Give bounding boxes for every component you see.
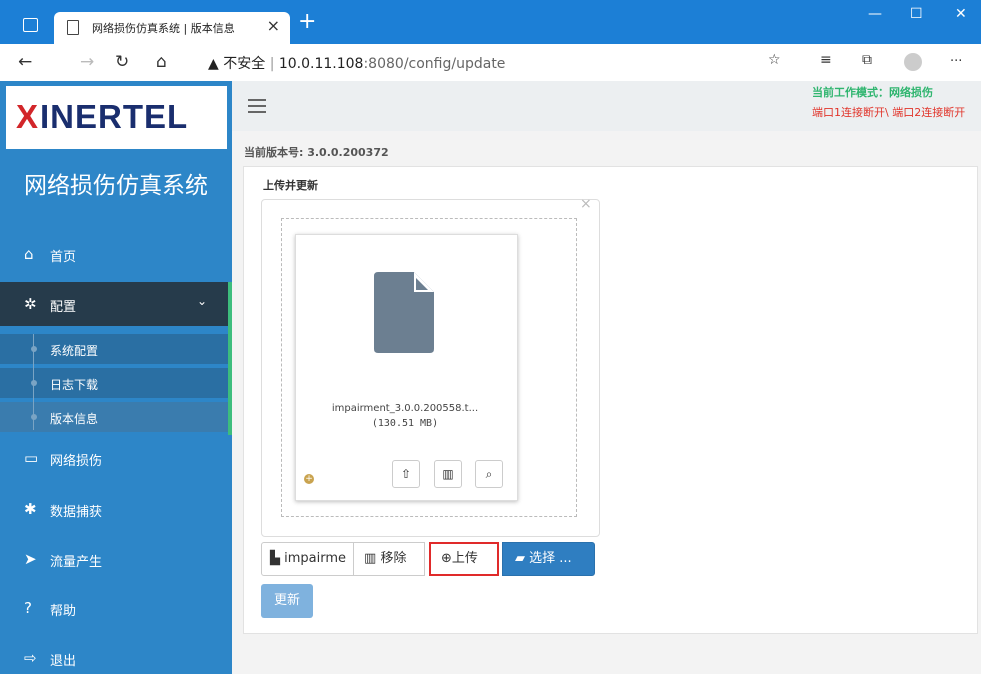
logo: X INERTEL bbox=[6, 86, 227, 149]
file-icon bbox=[374, 272, 434, 353]
upload-circle-icon: ⊕ bbox=[441, 551, 452, 566]
hamburger-menu-icon[interactable] bbox=[248, 99, 266, 113]
avatar[interactable] bbox=[904, 53, 922, 71]
connection-status: 端口1连接断开\ 端口2连接断开 bbox=[812, 106, 966, 119]
sidebar-item-label: 退出 bbox=[50, 654, 77, 669]
browser-tab[interactable]: 网络损伤仿真系统 | 版本信息 × bbox=[54, 12, 290, 44]
sidebar-subitem-label: 版本信息 bbox=[50, 412, 99, 426]
logout-icon: ⇨ bbox=[24, 649, 37, 667]
file-delete-icon[interactable]: ▥ bbox=[434, 460, 462, 488]
upload-label-text: 上传 bbox=[451, 551, 478, 566]
page-icon bbox=[67, 20, 79, 35]
sidebar-item-home[interactable]: ⌂ 首页 bbox=[0, 232, 232, 276]
sidebar-item-logout[interactable]: ⇨ 退出 bbox=[0, 636, 232, 680]
upload-button[interactable]: ⊕上传 bbox=[429, 542, 499, 576]
sidebar-item-config[interactable]: ✲ 配置 ⌄ bbox=[0, 282, 232, 326]
sidebar-item-label: 数据捕获 bbox=[50, 505, 103, 520]
help-icon: ? bbox=[24, 599, 32, 617]
favorites-list-icon[interactable]: ≡ bbox=[820, 52, 832, 68]
logo-text: INERTEL bbox=[40, 98, 189, 135]
warning-icon: ▲ bbox=[208, 56, 219, 72]
collections-icon[interactable]: ⧉ bbox=[862, 52, 872, 68]
gear-icon: ✲ bbox=[24, 295, 37, 313]
sidebar-item-label: 配置 bbox=[50, 300, 77, 315]
trash-icon: ▥ bbox=[364, 551, 377, 566]
system-title: 网络损伤仿真系统 bbox=[24, 173, 208, 199]
sidebar-subitem-label: 日志下载 bbox=[50, 378, 99, 392]
sidebar-item-help[interactable]: ? 帮助 bbox=[0, 586, 232, 630]
sidebar-item-label: 网络损伤 bbox=[50, 454, 103, 469]
sidebar-subitem-label: 系统配置 bbox=[50, 344, 99, 358]
sidebar-subitem-version-info[interactable]: 版本信息 bbox=[0, 402, 228, 432]
url-field[interactable]: ▲ 不安全 | 10.0.11.108:8080/config/update bbox=[196, 50, 796, 74]
file-name: impairment_3.0.0.200558.t... bbox=[331, 403, 479, 414]
sidebar-item-label: 流量产生 bbox=[50, 555, 103, 570]
folder-open-icon: ▰ bbox=[515, 551, 525, 566]
file-size: (130.51 MB) bbox=[371, 418, 439, 429]
bug-icon: ✱ bbox=[24, 500, 37, 518]
tab-title: 网络损伤仿真系统 | 版本信息 bbox=[92, 22, 235, 35]
monitor-icon: ▭ bbox=[24, 449, 39, 467]
forward-icon[interactable]: → bbox=[80, 52, 94, 72]
file-status-icon: + bbox=[304, 474, 314, 484]
file-upload-icon[interactable]: ⇧ bbox=[392, 460, 420, 488]
file-caption-text: impairme bbox=[284, 551, 347, 566]
minimize-button[interactable]: — bbox=[868, 6, 882, 22]
clear-files-icon[interactable]: × bbox=[580, 196, 592, 212]
home-icon: ⌂ bbox=[24, 245, 34, 263]
sidebar-item-label: 帮助 bbox=[50, 604, 77, 619]
sidebar-subitem-log-download[interactable]: 日志下载 bbox=[0, 368, 228, 398]
logo-x: X bbox=[16, 98, 39, 135]
file-zoom-icon[interactable]: ⌕ bbox=[475, 460, 503, 488]
upload-label: 上传并更新 bbox=[263, 179, 318, 192]
insecure-label: 不安全 bbox=[223, 56, 266, 72]
update-button[interactable]: 更新 bbox=[261, 584, 313, 618]
work-mode-status: 当前工作模式：网络损伤 bbox=[812, 86, 933, 99]
address-bar: ← → ↻ ⌂ ▲ 不安全 | 10.0.11.108:8080/config/… bbox=[0, 44, 981, 82]
sidebar-item-impairment[interactable]: ▭ 网络损伤 bbox=[0, 436, 232, 480]
select-label: 选择 ... bbox=[529, 551, 572, 566]
home-browser-icon[interactable]: ⌂ bbox=[156, 52, 167, 72]
tab-actions-icon[interactable] bbox=[23, 18, 38, 32]
remove-label: 移除 bbox=[380, 551, 407, 566]
new-tab-button[interactable]: + bbox=[298, 9, 316, 34]
favorite-icon[interactable]: ☆ bbox=[768, 52, 781, 68]
chevron-down-icon: ⌄ bbox=[197, 294, 208, 308]
submenu-line bbox=[33, 334, 34, 430]
maximize-button[interactable]: ☐ bbox=[910, 6, 923, 22]
url-host: 10.0.11.108 bbox=[278, 56, 364, 72]
file-caption-input[interactable]: ▙ impairme bbox=[261, 542, 355, 576]
sidebar-subitem-system-config[interactable]: 系统配置 bbox=[0, 334, 228, 364]
close-window-button[interactable]: ✕ bbox=[955, 6, 967, 22]
back-icon[interactable]: ← bbox=[18, 52, 32, 72]
current-version: 当前版本号: 3.0.0.200372 bbox=[244, 146, 389, 159]
refresh-icon[interactable]: ↻ bbox=[115, 52, 129, 72]
send-icon: ➤ bbox=[24, 550, 37, 568]
more-menu-button[interactable]: ··· bbox=[950, 54, 962, 69]
remove-button[interactable]: ▥ 移除 bbox=[353, 542, 425, 576]
sidebar-item-capture[interactable]: ✱ 数据捕获 bbox=[0, 487, 232, 531]
select-file-button[interactable]: ▰ 选择 ... bbox=[502, 542, 595, 576]
sidebar-item-traffic[interactable]: ➤ 流量产生 bbox=[0, 537, 232, 581]
url-path: :8080/config/update bbox=[363, 56, 506, 72]
file-icon-small: ▙ bbox=[270, 551, 280, 566]
sidebar-item-label: 首页 bbox=[50, 250, 77, 265]
tab-close-button[interactable]: × bbox=[267, 16, 280, 35]
